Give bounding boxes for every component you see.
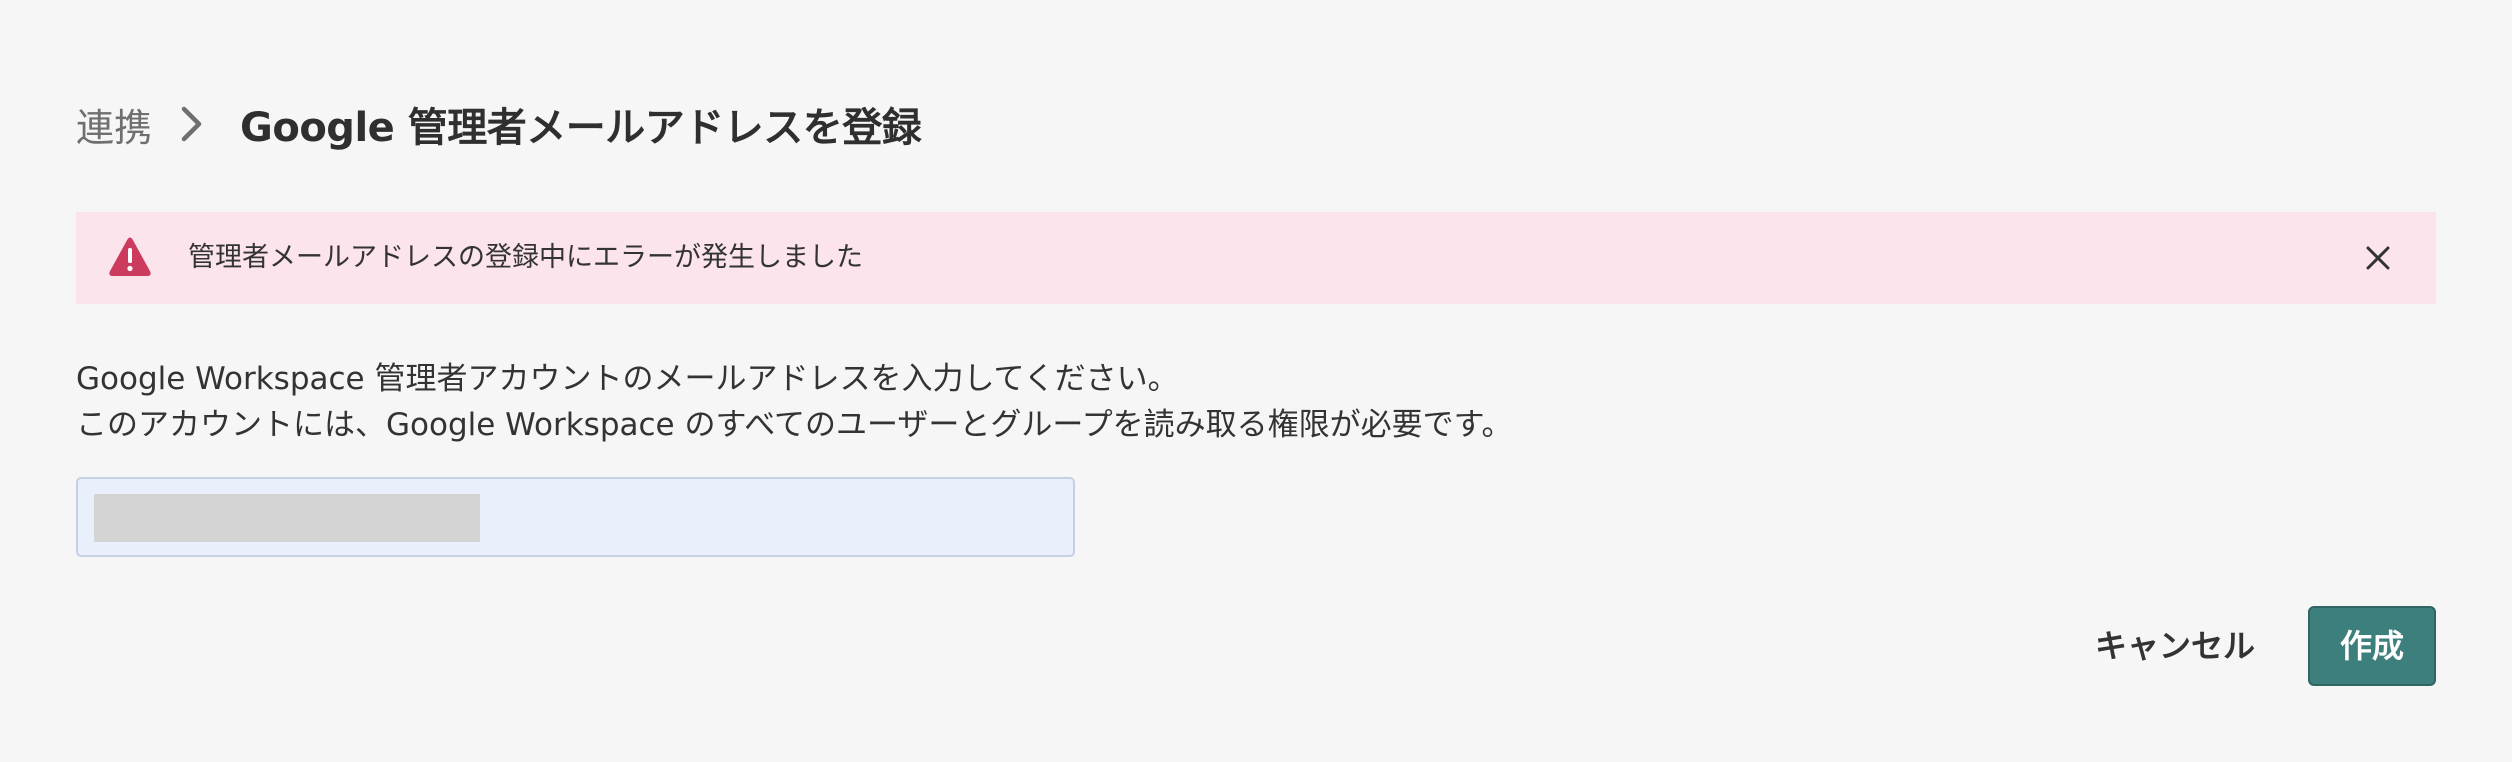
breadcrumb-parent-link[interactable]: 連携	[76, 97, 152, 152]
page-title: Google 管理者メールアドレスを登録	[240, 105, 922, 151]
instructions-line-2: このアカウントには、Google Workspace のすべてのユーザーとグルー…	[76, 407, 1513, 443]
alert-message: 管理者メールアドレスの登録中にエラーが発生しました	[188, 242, 863, 273]
instructions-text: Google Workspace 管理者アカウントのメールアドレスを入力してくだ…	[76, 356, 1512, 448]
breadcrumb: 連携 Google 管理者メールアドレスを登録	[76, 92, 922, 156]
error-alert: 管理者メールアドレスの登録中にエラーが発生しました	[76, 212, 2436, 304]
create-button[interactable]: 作成	[2308, 606, 2436, 686]
close-icon[interactable]	[2360, 240, 2396, 276]
chevron-right-icon	[178, 104, 206, 144]
instructions-line-1: Google Workspace 管理者アカウントのメールアドレスを入力してくだ…	[76, 361, 1179, 397]
email-field[interactable]	[76, 477, 1075, 557]
warning-icon	[108, 236, 152, 278]
email-input[interactable]	[78, 479, 1073, 555]
cancel-button[interactable]: キャンセル	[2070, 606, 2280, 686]
